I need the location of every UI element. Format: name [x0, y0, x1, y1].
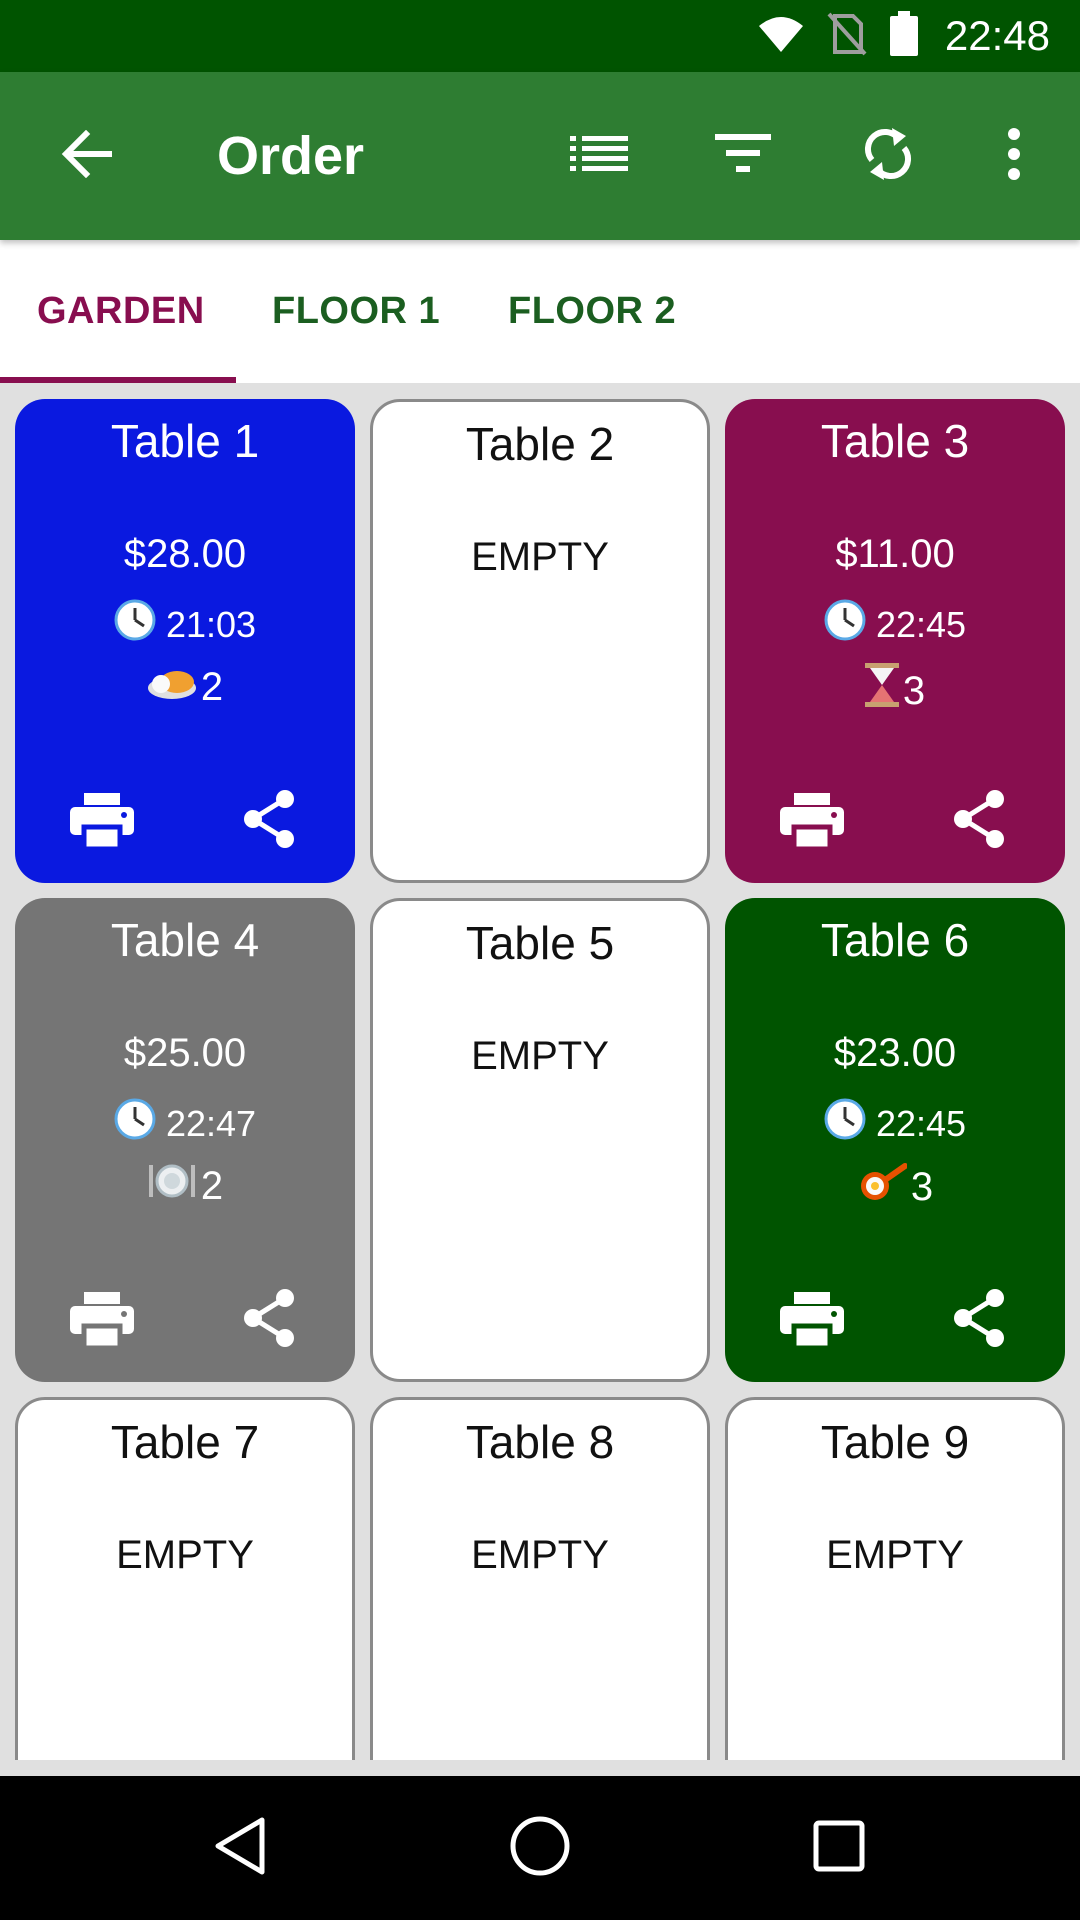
table-time-value: 22:45	[875, 604, 967, 645]
clock-icon	[114, 599, 156, 651]
hourglass-icon	[864, 663, 899, 718]
table-time: 22:47	[15, 1098, 355, 1150]
system-nav-bar	[0, 1776, 1080, 1920]
plate-food-icon	[147, 663, 197, 711]
triangle-back-icon	[212, 1816, 268, 1881]
table-card-4[interactable]: Table 4 $25.00 22:47 2	[15, 898, 355, 1382]
square-recents-icon	[812, 1819, 866, 1878]
table-card-8[interactable]: Table 8 EMPTY	[370, 1397, 710, 1760]
table-card-1[interactable]: Table 1 $28.00 21:03 2	[15, 399, 355, 883]
table-name: Table 8	[465, 1416, 615, 1468]
table-name: Table 6	[820, 914, 970, 966]
table-amount: $25.00	[123, 1031, 247, 1075]
clock-icon	[824, 599, 866, 651]
print-icon	[780, 792, 844, 854]
grid-bottom-edge	[0, 1760, 1080, 1776]
share-button[interactable]	[235, 1286, 303, 1354]
table-name: Table 5	[465, 917, 615, 969]
tab-floor-2[interactable]: FLOOR 2	[508, 240, 676, 383]
list-icon	[570, 135, 628, 177]
table-count: 3	[725, 1162, 1065, 1211]
filter-button[interactable]	[709, 122, 777, 190]
share-icon	[241, 789, 297, 854]
clock-time: 22:48	[944, 12, 1050, 59]
table-count: 2	[15, 1162, 355, 1210]
table-time: 21:03	[15, 599, 355, 651]
print-button[interactable]	[65, 791, 139, 855]
tab-garden[interactable]: GARDEN	[37, 240, 205, 383]
print-button[interactable]	[775, 791, 849, 855]
circle-home-icon	[509, 1815, 571, 1882]
tab-floor-1[interactable]: FLOOR 1	[272, 240, 440, 383]
table-card-2[interactable]: Table 2 EMPTY	[370, 399, 710, 883]
refresh-button[interactable]	[854, 122, 922, 190]
table-count-value: 2	[200, 1164, 224, 1208]
table-time: 22:45	[725, 1098, 1065, 1150]
nav-back-button[interactable]	[202, 1810, 278, 1886]
more-vert-icon	[1006, 127, 1022, 185]
refresh-icon	[862, 126, 914, 187]
table-time-value: 22:45	[875, 1103, 967, 1144]
table-card-5[interactable]: Table 5 EMPTY	[370, 898, 710, 1382]
table-time-value: 21:03	[165, 604, 257, 645]
print-button[interactable]	[65, 1290, 139, 1354]
share-button[interactable]	[235, 787, 303, 855]
table-name: Table 7	[110, 1416, 260, 1468]
filter-icon	[715, 133, 771, 179]
arrow-back-icon	[60, 129, 113, 183]
table-name: Table 3	[820, 415, 970, 467]
table-card-6[interactable]: Table 6 $23.00 22:45 3	[725, 898, 1065, 1382]
wifi-icon	[757, 14, 805, 59]
print-button[interactable]	[775, 1290, 849, 1354]
table-time: 22:45	[725, 599, 1065, 651]
share-icon	[951, 1288, 1007, 1353]
table-status: EMPTY	[116, 1533, 254, 1577]
table-card-9[interactable]: Table 9 EMPTY	[725, 1397, 1065, 1760]
table-card-3[interactable]: Table 3 $11.00 22:45 3	[725, 399, 1065, 883]
table-status: EMPTY	[471, 535, 609, 579]
print-icon	[780, 1291, 844, 1353]
frying-pan-icon	[857, 1162, 908, 1211]
app-bar: Order	[0, 72, 1080, 240]
table-amount: $28.00	[123, 532, 247, 576]
table-status: EMPTY	[471, 1034, 609, 1078]
back-button[interactable]	[52, 122, 120, 190]
table-status: EMPTY	[826, 1533, 964, 1577]
share-icon	[241, 1288, 297, 1353]
table-name: Table 2	[465, 418, 615, 470]
share-button[interactable]	[945, 1286, 1013, 1354]
table-name: Table 4	[110, 914, 260, 966]
table-count-value: 2	[200, 665, 224, 709]
more-options-button[interactable]	[980, 122, 1048, 190]
table-name: Table 9	[820, 1416, 970, 1468]
clock-icon	[824, 1098, 866, 1150]
table-time-value: 22:47	[165, 1103, 257, 1144]
table-count-value: 3	[910, 1164, 934, 1209]
print-icon	[70, 792, 134, 854]
table-status: EMPTY	[471, 1533, 609, 1577]
status-bar: 22:48	[0, 0, 1080, 72]
battery-icon	[889, 10, 919, 62]
list-view-button[interactable]	[565, 122, 633, 190]
table-name: Table 1	[110, 415, 260, 467]
print-icon	[70, 1291, 134, 1353]
page-title: Order	[217, 126, 365, 186]
table-amount: $23.00	[833, 1031, 957, 1075]
table-amount: $11.00	[835, 532, 955, 576]
table-count: 2	[15, 663, 355, 711]
plate-cutlery-icon	[147, 1162, 197, 1210]
no-sim-icon	[827, 12, 867, 61]
table-count: 3	[725, 663, 1065, 718]
clock-icon	[114, 1098, 156, 1150]
table-card-7[interactable]: Table 7 EMPTY	[15, 1397, 355, 1760]
tab-bar: GARDEN FLOOR 1 FLOOR 2	[0, 240, 1080, 383]
nav-recents-button[interactable]	[801, 1810, 877, 1886]
table-grid: Table 1 $28.00 21:03 2 Table 2 EMPTY Tab…	[0, 383, 1080, 1760]
nav-home-button[interactable]	[502, 1810, 578, 1886]
share-button[interactable]	[945, 787, 1013, 855]
share-icon	[951, 789, 1007, 854]
table-count-value: 3	[902, 668, 926, 713]
